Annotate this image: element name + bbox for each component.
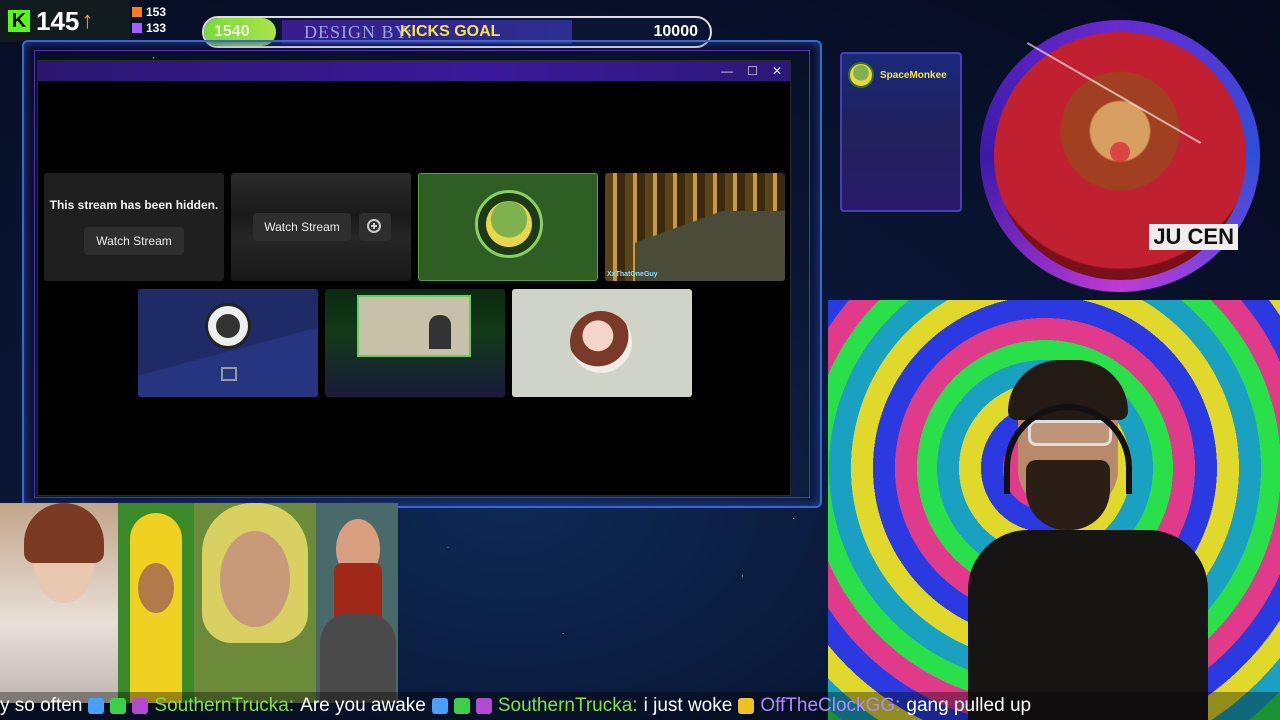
window-titlebar: — ☐ ✕ [38, 61, 790, 81]
guitar-emote-icon [475, 698, 492, 714]
obs-logo-icon [205, 303, 251, 349]
avatar-stream-tile[interactable] [418, 173, 598, 281]
guest-cam-3 [194, 503, 316, 703]
profile-avatar [570, 311, 632, 373]
streamer-figure [968, 360, 1208, 720]
guest-cam-4 [316, 503, 398, 703]
streamer-webcam [828, 300, 1280, 720]
add-stream-icon [367, 219, 381, 233]
guest-cam-1 [0, 503, 118, 703]
badge-emote-icon [453, 698, 470, 714]
ticker-text-0: y so often [0, 695, 83, 716]
chat-user-row: SpaceMonkee [848, 62, 947, 88]
chat-panel: SpaceMonkee [840, 52, 962, 212]
stat-bottom: 133 [146, 21, 167, 35]
ticker-text-2: i just woke [643, 695, 733, 716]
album-disc: JU CEN [994, 32, 1246, 280]
watch-stream-button-2[interactable]: Watch Stream [253, 213, 351, 241]
pepe-avatar [475, 190, 543, 258]
crown-emote-icon [738, 698, 755, 714]
album-disc-frame: JU CEN [980, 20, 1260, 292]
game-streamer-label: XxThatOneGuy [607, 271, 658, 278]
guest-cam-2 [118, 503, 194, 703]
ticker-user-1: SouthernTrucka: [154, 695, 295, 716]
stat-top: 153 [146, 5, 167, 19]
ticker-user-2: SouthernTrucka: [497, 695, 638, 716]
disc-text: JU CEN [1149, 224, 1238, 250]
game-stream-tile[interactable]: XxThatOneGuy [605, 173, 785, 281]
scene-inner-video [357, 295, 471, 357]
kick-logo-icon: K [8, 10, 30, 32]
preview-stream-tile: Watch Stream [231, 173, 411, 281]
guitar-emote-icon [132, 698, 149, 714]
disc-center [1110, 142, 1130, 162]
goal-label: KICKS GOAL [400, 23, 501, 40]
scene-stream-tile[interactable] [325, 289, 505, 397]
profile-stream-tile[interactable] [512, 289, 692, 397]
kick-count: 145 [36, 5, 80, 36]
camera-off-icon [221, 367, 237, 381]
chart-icon [132, 23, 142, 33]
chat-user-avatar [848, 62, 874, 88]
mini-stats: 153 133 [132, 4, 182, 36]
sword-emote-icon [88, 698, 105, 714]
goal-current: 1540 [214, 23, 250, 40]
maximize-button[interactable]: ☐ [747, 64, 758, 78]
person-icon [132, 7, 142, 17]
chat-username: SpaceMonkee [880, 69, 947, 81]
minimize-button[interactable]: — [721, 64, 733, 78]
up-arrow-icon: ↑ [81, 7, 94, 34]
obs-stream-tile[interactable] [138, 289, 318, 397]
hidden-stream-message: This stream has been hidden. [49, 198, 219, 212]
badge-emote-icon [110, 698, 127, 714]
ticker-user-3: OffTheClockGG: [760, 695, 901, 716]
hidden-stream-tile: This stream has been hidden. Watch Strea… [44, 173, 224, 281]
ticker-text-3: gang pulled up [906, 695, 1032, 716]
kick-follower-counter: K 145 ↑ [0, 0, 130, 42]
chat-ticker: y so often SouthernTrucka: Are you awake… [0, 692, 1280, 720]
stream-grid-window: — ☐ ✕ This stream has been hidden. Watch… [37, 60, 791, 496]
close-button[interactable]: ✕ [772, 64, 782, 78]
ticker-text-1: Are you awake [300, 695, 426, 716]
add-stream-button[interactable] [359, 213, 391, 241]
goal-max: 10000 [653, 23, 699, 40]
sword-emote-icon [431, 698, 448, 714]
watch-stream-button[interactable]: Watch Stream [84, 227, 184, 255]
